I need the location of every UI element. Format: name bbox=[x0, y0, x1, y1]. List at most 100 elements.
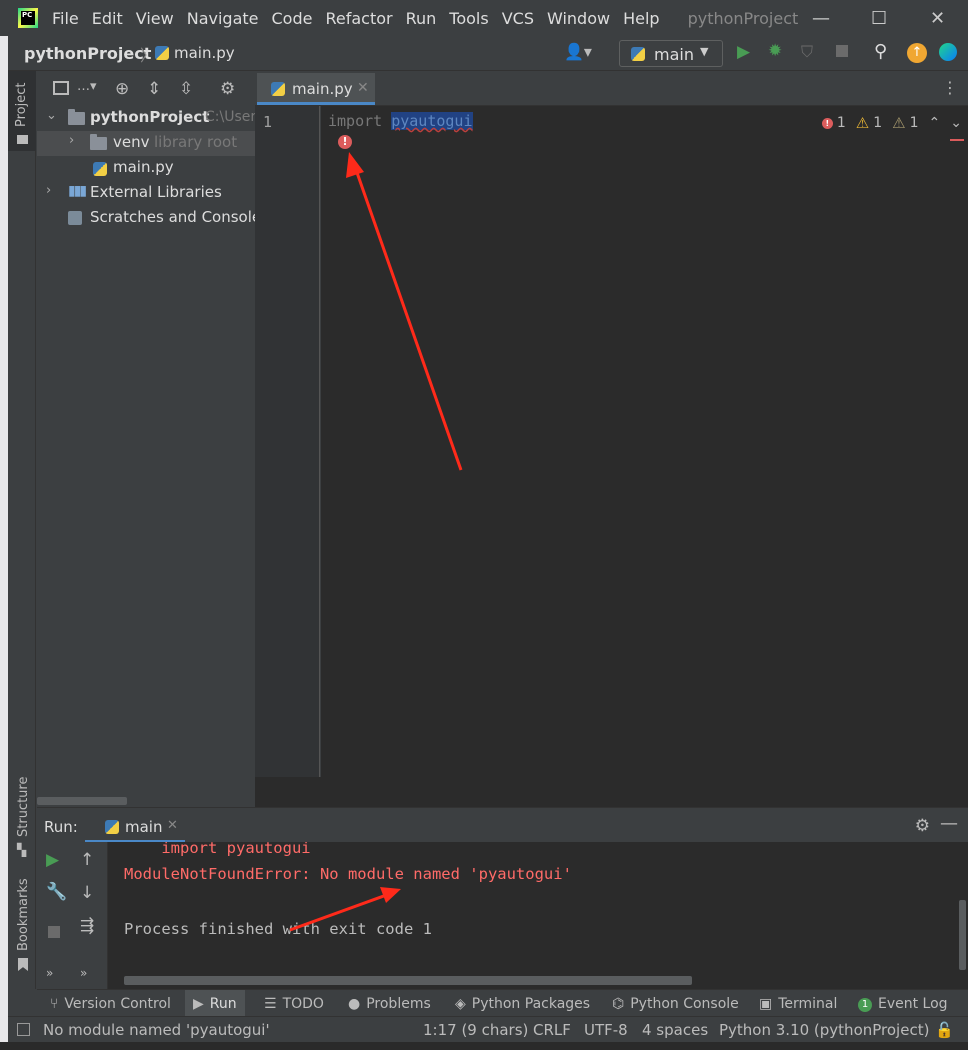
hide-window-icon[interactable]: — bbox=[940, 813, 958, 834]
previous-highlight-icon[interactable]: ⌃ bbox=[929, 115, 941, 131]
arrow-down-icon[interactable]: ↓ bbox=[80, 883, 94, 903]
menu-refactor[interactable]: Refactor bbox=[325, 9, 392, 28]
bookmark-icon[interactable] bbox=[18, 958, 28, 971]
maximize-window-icon[interactable]: ☐ bbox=[871, 8, 887, 29]
run-toolbar-primary: ▶ 🔧 » bbox=[37, 842, 70, 989]
edit-configuration-icon[interactable]: 🔧 bbox=[46, 882, 67, 902]
chevron-down-icon[interactable]: ⌄ bbox=[46, 108, 57, 123]
tool-tab-version-control[interactable]: ⑂ Version Control bbox=[50, 996, 171, 1012]
menu-code[interactable]: Code bbox=[272, 9, 313, 28]
error-count[interactable]: ! 1 bbox=[821, 115, 846, 131]
menu-tools[interactable]: Tools bbox=[449, 9, 488, 28]
chevron-right-icon[interactable]: › bbox=[69, 133, 74, 148]
tool-tab-terminal[interactable]: ▣ Terminal bbox=[759, 996, 837, 1012]
toolbox-icon[interactable] bbox=[939, 43, 957, 61]
run-tab-main[interactable]: main ✕ bbox=[85, 810, 185, 843]
expand-all-icon[interactable]: ⇕ bbox=[147, 79, 161, 99]
caret-position[interactable]: 1:17 (9 chars) bbox=[423, 1021, 528, 1039]
arrow-up-icon[interactable]: ↑ bbox=[80, 850, 94, 870]
tree-item-label: main.py bbox=[113, 158, 174, 176]
settings-gear-icon[interactable]: ⚙ bbox=[915, 816, 930, 836]
editor-tab-bar: main.py ✕ ⋮ bbox=[255, 71, 968, 106]
code-editor[interactable]: import pyautogui ! ! 1 ⚠ 1 ⚠ 1 ⌃ ⌄ bbox=[321, 106, 968, 777]
toggle-tool-windows-icon[interactable] bbox=[17, 1023, 30, 1036]
status-message[interactable]: No module named 'pyautogui' bbox=[43, 1021, 270, 1039]
tree-item-label: venv bbox=[113, 133, 150, 151]
tool-tab-label: Problems bbox=[366, 996, 431, 1012]
project-view-icon[interactable] bbox=[53, 81, 69, 95]
close-window-icon[interactable]: ✕ bbox=[930, 8, 945, 29]
weak-warning-count[interactable]: ⚠ 1 bbox=[892, 114, 918, 132]
menu-window[interactable]: Window bbox=[547, 9, 610, 28]
console-output[interactable]: import pyautogui ModuleNotFoundError: No… bbox=[108, 842, 968, 989]
debug-icon[interactable]: ✹ bbox=[768, 41, 782, 61]
menu-vcs[interactable]: VCS bbox=[502, 9, 534, 28]
error-stripe-mark[interactable] bbox=[950, 139, 964, 141]
editor-bottom-area bbox=[255, 777, 968, 807]
python-console-icon: ⌬ bbox=[612, 996, 625, 1012]
project-tool-button[interactable]: Project bbox=[8, 71, 36, 151]
stop-icon[interactable] bbox=[836, 45, 848, 57]
tree-item-external-libraries[interactable]: › ▮▮▮ External Libraries bbox=[37, 181, 255, 206]
bookmarks-tool-label[interactable]: Bookmarks bbox=[16, 878, 31, 951]
collapse-all-icon[interactable]: ⇳ bbox=[179, 79, 193, 99]
tree-item-project-root[interactable]: ⌄ pythonProject C:\User bbox=[37, 106, 255, 131]
locate-file-icon[interactable]: ⊕ bbox=[115, 79, 129, 99]
run-window-label: Run: bbox=[44, 818, 78, 836]
line-separator[interactable]: CRLF bbox=[533, 1021, 571, 1039]
structure-icon[interactable]: ▚ bbox=[17, 843, 26, 857]
tree-item-venv[interactable]: › venv library root bbox=[37, 131, 255, 156]
close-tab-icon[interactable]: ✕ bbox=[167, 818, 178, 833]
list-icon: ☰ bbox=[264, 996, 277, 1012]
file-encoding[interactable]: UTF-8 bbox=[584, 1021, 628, 1039]
code-module-name[interactable]: pyautogui bbox=[391, 112, 473, 130]
horizontal-scrollbar[interactable] bbox=[124, 976, 692, 985]
more-icon[interactable]: » bbox=[46, 966, 53, 980]
project-toolbar: …▾ ⊕ ⇕ ⇳ ⚙ bbox=[37, 71, 255, 107]
run-configuration-selector[interactable]: main ▼ bbox=[619, 40, 723, 67]
code-line[interactable]: import pyautogui bbox=[328, 112, 473, 130]
warning-count[interactable]: ⚠ 1 bbox=[856, 114, 882, 132]
update-icon[interactable]: ↑ bbox=[907, 43, 927, 63]
stop-icon[interactable] bbox=[48, 926, 60, 938]
minimize-window-icon[interactable]: — bbox=[812, 8, 830, 29]
tool-tab-todo[interactable]: ☰ TODO bbox=[264, 996, 324, 1012]
tree-item-scratches[interactable]: Scratches and Consoles bbox=[37, 206, 255, 231]
horizontal-scrollbar[interactable] bbox=[37, 797, 127, 805]
rerun-icon[interactable]: ▶ bbox=[46, 850, 59, 870]
run-icon[interactable]: ▶ bbox=[737, 42, 750, 62]
chevron-right-icon[interactable]: › bbox=[46, 183, 51, 198]
menu-help[interactable]: Help bbox=[623, 9, 659, 28]
lock-icon[interactable]: 🔓 bbox=[935, 1021, 954, 1039]
error-intention-bulb-icon[interactable]: ! bbox=[338, 135, 352, 149]
soft-wrap-icon[interactable]: ⇶ bbox=[80, 916, 94, 936]
tool-tab-python-packages[interactable]: ◈ Python Packages bbox=[455, 996, 590, 1012]
coverage-icon[interactable]: ⛉ bbox=[801, 42, 813, 62]
tool-tab-run[interactable]: ▶ Run bbox=[185, 990, 245, 1017]
menu-view[interactable]: View bbox=[136, 9, 174, 28]
breadcrumb-file[interactable]: main.py bbox=[174, 44, 235, 62]
vertical-scrollbar[interactable] bbox=[959, 900, 966, 970]
python-interpreter[interactable]: Python 3.10 (pythonProject) bbox=[719, 1021, 929, 1039]
tool-tab-problems[interactable]: ● Problems bbox=[348, 996, 431, 1012]
view-mode-dropdown-icon[interactable]: …▾ bbox=[77, 79, 97, 94]
tool-tab-python-console[interactable]: ⌬ Python Console bbox=[612, 996, 739, 1012]
more-options-icon[interactable]: ⋮ bbox=[942, 78, 958, 97]
tree-item-main-py[interactable]: main.py bbox=[37, 156, 255, 181]
structure-tool-label[interactable]: Structure bbox=[16, 777, 31, 837]
menu-edit[interactable]: Edit bbox=[92, 9, 123, 28]
tab-main-py[interactable]: main.py ✕ bbox=[257, 73, 375, 105]
search-icon[interactable]: ⚲ bbox=[874, 41, 887, 62]
user-account-icon[interactable]: 👤▾ bbox=[564, 42, 592, 61]
next-highlight-icon[interactable]: ⌄ bbox=[950, 115, 962, 131]
settings-gear-icon[interactable]: ⚙ bbox=[220, 79, 235, 99]
indent-setting[interactable]: 4 spaces bbox=[642, 1021, 708, 1039]
close-tab-icon[interactable]: ✕ bbox=[357, 80, 369, 96]
menu-file[interactable]: File bbox=[52, 9, 79, 28]
breadcrumb-project[interactable]: pythonProject bbox=[24, 44, 151, 63]
inspection-widget[interactable]: ! 1 ⚠ 1 ⚠ 1 ⌃ ⌄ bbox=[821, 112, 968, 134]
more-icon[interactable]: » bbox=[80, 966, 87, 980]
menu-navigate[interactable]: Navigate bbox=[187, 9, 259, 28]
tool-tab-event-log[interactable]: 1 Event Log bbox=[858, 996, 948, 1012]
menu-run[interactable]: Run bbox=[406, 9, 437, 28]
